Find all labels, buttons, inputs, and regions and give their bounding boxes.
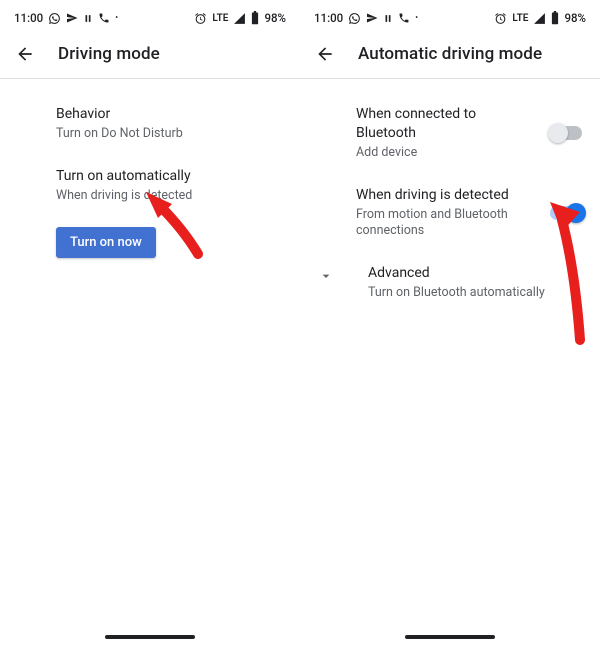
screen-title: Automatic driving mode <box>358 44 542 64</box>
clock-text: 11:00 <box>314 11 343 25</box>
turn-on-now-button[interactable]: Turn on now <box>56 227 156 258</box>
battery-icon <box>251 11 259 25</box>
battery-label: 98% <box>564 11 586 25</box>
row-subtitle: Add device <box>356 145 538 162</box>
row-title: When driving is detected <box>356 186 538 205</box>
row-turn-on-automatically[interactable]: Turn on automatically When driving is de… <box>0 155 300 217</box>
gesture-bar[interactable] <box>105 635 195 639</box>
back-button[interactable] <box>314 43 336 65</box>
alarm-icon <box>494 12 507 25</box>
signal-icon <box>233 12 246 25</box>
screen-driving-mode: 11:00 • LTE 98% Driving mode <box>0 0 300 645</box>
alarm-icon <box>194 12 207 25</box>
bluetooth-toggle[interactable] <box>550 126 582 140</box>
battery-icon <box>551 11 559 25</box>
status-bar: 11:00 • LTE 98% <box>0 0 300 30</box>
row-driving-detected[interactable]: When driving is detected From motion and… <box>300 174 600 253</box>
row-title: When connected to Bluetooth <box>356 105 538 143</box>
send-icon <box>366 12 378 24</box>
row-subtitle: From motion and Bluetooth connections <box>356 207 538 241</box>
row-title: Advanced <box>368 264 582 283</box>
gesture-bar[interactable] <box>405 635 495 639</box>
pause-icon <box>383 13 393 24</box>
row-advanced[interactable]: Advanced Turn on Bluetooth automatically <box>300 252 600 314</box>
row-bluetooth[interactable]: When connected to Bluetooth Add device <box>300 93 600 174</box>
back-button[interactable] <box>14 43 36 65</box>
battery-label: 98% <box>264 11 286 25</box>
row-subtitle: Turn on Do Not Disturb <box>56 126 282 143</box>
dot-icon: • <box>115 14 118 22</box>
row-title: Turn on automatically <box>56 167 282 186</box>
screen-title: Driving mode <box>58 44 160 64</box>
status-bar: 11:00 • LTE 98% <box>300 0 600 30</box>
pause-icon <box>83 13 93 24</box>
row-subtitle: When driving is detected <box>56 188 282 205</box>
driving-detected-toggle[interactable] <box>550 206 582 220</box>
missed-call-icon <box>98 12 110 24</box>
settings-list: When connected to Bluetooth Add device W… <box>300 79 600 314</box>
network-label: LTE <box>212 13 228 24</box>
app-bar: Automatic driving mode <box>300 30 600 79</box>
missed-call-icon <box>398 12 410 24</box>
screen-automatic-driving-mode: 11:00 • LTE 98% Automatic driving mode <box>300 0 600 645</box>
settings-list: Behavior Turn on Do Not Disturb Turn on … <box>0 79 300 258</box>
send-icon <box>66 12 78 24</box>
app-bar: Driving mode <box>0 30 300 79</box>
signal-icon <box>533 12 546 25</box>
chevron-down-icon <box>318 264 344 284</box>
network-label: LTE <box>512 13 528 24</box>
row-behavior[interactable]: Behavior Turn on Do Not Disturb <box>0 93 300 155</box>
clock-text: 11:00 <box>14 11 43 25</box>
row-subtitle: Turn on Bluetooth automatically <box>368 285 582 302</box>
whatsapp-icon <box>348 12 361 25</box>
whatsapp-icon <box>48 12 61 25</box>
dot-icon: • <box>415 14 418 22</box>
row-title: Behavior <box>56 105 282 124</box>
